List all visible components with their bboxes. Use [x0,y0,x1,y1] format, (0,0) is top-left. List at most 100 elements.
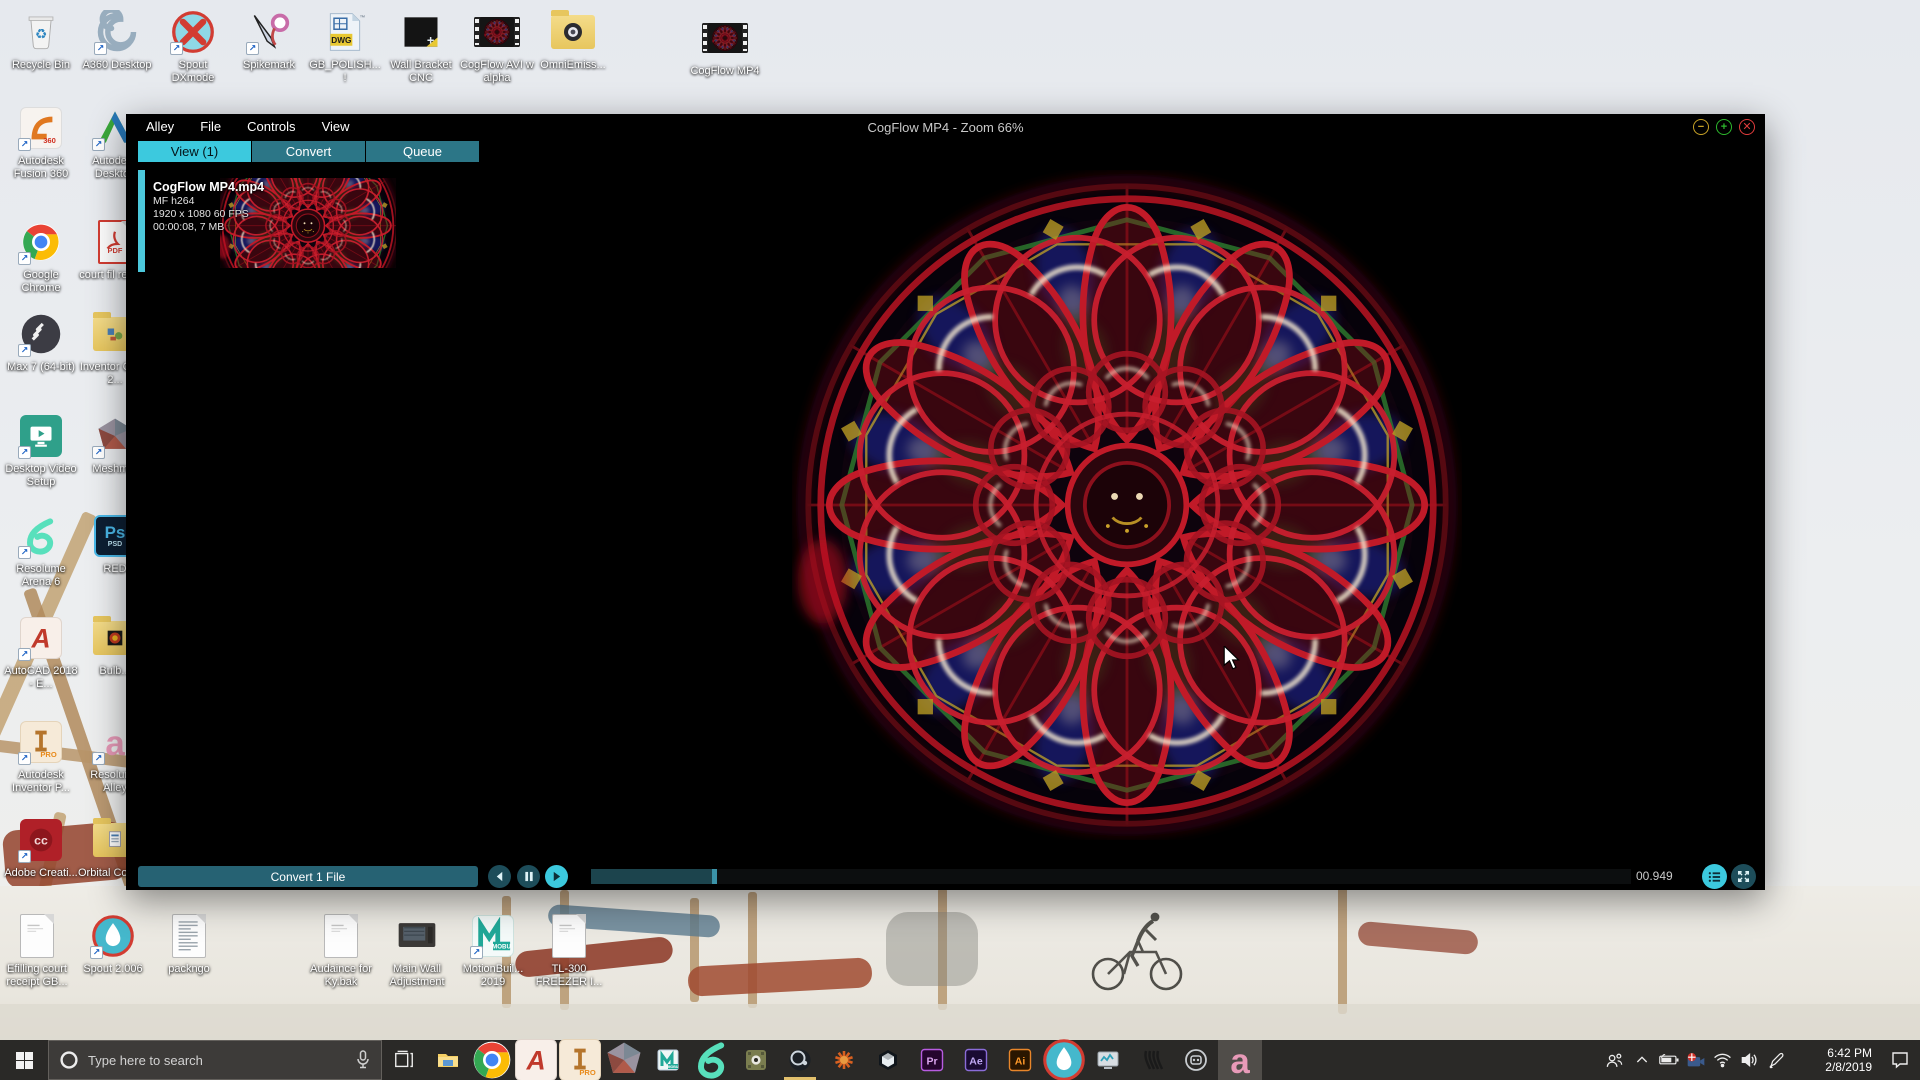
cortana-icon [59,1050,79,1070]
desktop-icon-motionbuil-2019[interactable]: MOBU↗MotionBuil... 2019 [456,912,530,989]
wallpaper-cyclist [1076,908,1196,994]
taskbar-icon-premiere[interactable]: Pr [910,1040,954,1080]
tray-people-icon[interactable] [1601,1040,1628,1080]
timecode: 00.949 [1636,869,1692,883]
desktop-icon-autocad-2018-e[interactable]: A↗AutoCAD 2018 - E... [4,614,78,691]
taskbar-icon-spout-drop[interactable] [1042,1040,1086,1080]
search-box[interactable]: Type here to search [48,1040,382,1080]
taskbar-icon-unity[interactable] [866,1040,910,1080]
taskbar-icon-illustrator[interactable]: Ai [998,1040,1042,1080]
taskbar-icon-embergen[interactable] [822,1040,866,1080]
shortcut-arrow-badge: ↗ [90,946,103,959]
svg-text:PRO: PRO [40,750,56,759]
menu-alley[interactable]: Alley [126,114,187,140]
taskbar-icon-robot[interactable] [1174,1040,1218,1080]
taskbar-icon-cinema4d[interactable] [778,1040,822,1080]
shortcut-arrow-badge: ↗ [470,946,483,959]
desktop-icon-label: Efilling court receipt GB... [0,963,74,989]
menu-file[interactable]: File [187,114,234,140]
desktop: ♻Recycle Bin↗A360 Desktop↗Spout DXmode↗S… [0,0,1920,1080]
taskbar-icon-inventor-pro[interactable]: PRO [558,1040,602,1080]
playlist-button[interactable] [1702,864,1727,889]
desktop-icon-omniemiss[interactable]: OmniEmiss... [536,8,610,72]
tray-camera-blocked-icon[interactable] [1682,1040,1709,1080]
recycle-bin-icon: ♻ [17,8,65,56]
taskbar-icon-task-view[interactable] [382,1040,426,1080]
spout-drop-icon: ↗ [89,912,137,960]
cnc-icon [397,8,445,56]
taskbar-icon-resolume6[interactable] [690,1040,734,1080]
tray-wifi-icon[interactable] [1709,1040,1736,1080]
timeline-scrubber[interactable] [591,869,1631,884]
shortcut-arrow-badge: ↗ [18,850,31,863]
desktop-icon-autodesk-fusion-360[interactable]: 360↗Autodesk Fusion 360 [4,104,78,181]
desktop-icon-recycle-bin[interactable]: ♻Recycle Bin [4,8,78,72]
svg-text:a: a [105,724,125,763]
dwg-file-icon: DWG™ [321,8,369,56]
tray-chevron-up-icon[interactable] [1628,1040,1655,1080]
desktop-icon-main-wall-adjustment[interactable]: Main Wall Adjustment [380,912,454,989]
taskbar-icon-file-explorer[interactable] [426,1040,470,1080]
desktop-icon-spout-2-006[interactable]: ↗Spout 2.006 [76,912,150,976]
desktop-icon-packngo[interactable]: packngo [152,912,226,976]
desktop-icon-max-7-64-bit[interactable]: ↗Max 7 (64-bit) [4,310,78,374]
playhead[interactable] [712,869,717,884]
desktop-icon-gb-polish[interactable]: DWG™GB_POLISH...! [308,8,382,85]
desktop-icon-resolume-arena-6[interactable]: ↗Resolume Arena 6 [4,512,78,589]
menu-view[interactable]: View [309,114,363,140]
taskbar-icon-alley-a[interactable]: a [1218,1040,1262,1080]
alley-window: AlleyFileControlsView CogFlow MP4 - Zoom… [126,114,1765,890]
tab-view-1[interactable]: View (1) [138,141,251,162]
desktop-icon-wall-bracket-cnc[interactable]: Wall Bracket CNC [384,8,458,85]
step-back-button[interactable] [488,865,511,888]
taskbar-icon-motionbuilder[interactable]: MOBU [646,1040,690,1080]
tab-queue[interactable]: Queue [366,141,479,162]
taskbar-icon-spout-plugin[interactable] [734,1040,778,1080]
desktop-icon-autodesk-inventor-p[interactable]: PRO↗Autodesk Inventor P... [4,718,78,795]
taskbar-icon-capture-monitor[interactable] [1086,1040,1130,1080]
doc-lines-icon [165,912,213,960]
pause-button[interactable] [517,865,540,888]
desktop-icon-spout-dxmode[interactable]: ↗Spout DXmode [156,8,230,85]
action-center-button[interactable] [1880,1040,1920,1080]
taskbar-clock[interactable]: 6:42 PM 2/8/2019 [1796,1046,1872,1074]
svg-text:™: ™ [360,15,366,21]
desktop-icon-audaince-for-ky-bak[interactable]: Audaince for Ky.bak [304,912,378,989]
desktop-icon-tl-300-freezer-i[interactable]: TL-300 FREEZER I... [532,912,606,989]
desktop-icon-spikemark[interactable]: ↗Spikemark [232,8,306,72]
file-list-item[interactable]: CogFlow MP4.mp4 MF h264 1920 x 1080 60 F… [138,170,398,272]
fullscreen-button[interactable] [1731,864,1756,889]
taskbar-icon-zbrush[interactable] [1130,1040,1174,1080]
taskbar-icon-meshmixer[interactable] [602,1040,646,1080]
convert-button[interactable]: Convert 1 File [138,866,478,887]
taskbar-icon-autocad[interactable]: A [514,1040,558,1080]
desktop-icon-cogflow-mp4[interactable]: CogFlow MP4 [688,14,762,78]
file-info: CogFlow MP4.mp4 MF h264 1920 x 1080 60 F… [153,180,264,234]
start-button[interactable] [0,1040,48,1080]
tray-windows-ink-pen-icon[interactable] [1763,1040,1790,1080]
file-duration-size: 00:00:08, 7 MB [153,221,264,234]
desktop-icon-google-chrome[interactable]: ↗Google Chrome [4,218,78,295]
taskbar-icon-after-effects[interactable]: Ae [954,1040,998,1080]
tray-volume-icon[interactable] [1736,1040,1763,1080]
shortcut-arrow-badge: ↗ [18,546,31,559]
tab-convert[interactable]: Convert [252,141,365,162]
desktop-icon-efilling-court-receipt-gb[interactable]: Efilling court receipt GB... [0,912,74,989]
desktop-icon-a360-desktop[interactable]: ↗A360 Desktop [80,8,154,72]
tray-battery-charging-icon[interactable] [1655,1040,1682,1080]
desktop-icon-adobe-creati[interactable]: cc↗Adobe Creati... [4,816,78,880]
play-button[interactable] [545,865,568,888]
desktop-icon-desktop-video-setup[interactable]: ↗Desktop Video Setup [4,412,78,489]
minimize-button[interactable]: − [1693,119,1709,135]
desktop-icon-cogflow-avi-w-alpha[interactable]: CogFlow AVI w alpha [460,8,534,85]
desktop-icon-label: Main Wall Adjustment [380,963,454,989]
menu-controls[interactable]: Controls [234,114,308,140]
file-codec: MF h264 [153,195,264,208]
close-button[interactable]: ✕ [1739,119,1755,135]
svg-text:PRO: PRO [579,1068,595,1077]
taskbar-icon-chrome[interactable] [470,1040,514,1080]
maximize-button[interactable]: + [1716,119,1732,135]
search-placeholder: Type here to search [88,1053,346,1068]
microphone-icon[interactable] [355,1050,371,1070]
desktop-icon-label: AutoCAD 2018 - E... [4,665,78,691]
